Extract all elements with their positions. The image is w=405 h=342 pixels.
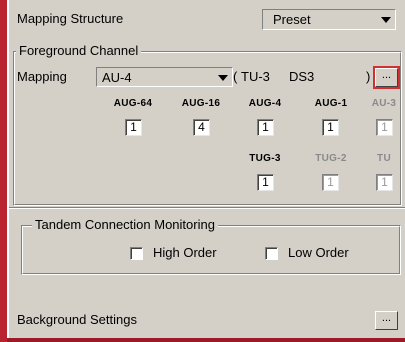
tu-index-field: 1 (376, 174, 393, 191)
col-header-aug4: AUG-4 (248, 98, 282, 109)
path-browse-button[interactable]: ... (373, 66, 400, 89)
tug2-index-field: 1 (322, 174, 339, 191)
au3-index-field: 1 (376, 119, 393, 136)
path-paren-close: ) (366, 69, 371, 84)
background-settings-button[interactable]: ... (375, 311, 398, 330)
mapping-value: AU-4 (102, 70, 132, 85)
tug3-index-field[interactable]: 1 (257, 174, 274, 191)
high-order-checkbox[interactable] (130, 247, 143, 260)
col-header-tu: TU (377, 153, 391, 164)
tcm-title: Tandem Connection Monitoring (32, 217, 218, 232)
mapping-structure-value: Preset (273, 12, 311, 27)
path-level-2: DS3 (289, 69, 315, 84)
col-header-aug64: AUG-64 (113, 98, 153, 109)
path-level-1: TU-3 (241, 69, 270, 84)
aug16-index-field[interactable]: 4 (193, 119, 210, 136)
left-highlight (7, 0, 9, 342)
mapping-structure-label: Mapping Structure (17, 11, 124, 26)
mapping-label: Mapping (17, 69, 67, 84)
chevron-down-icon (218, 75, 228, 81)
mapping-structure-select[interactable]: Preset (262, 9, 396, 30)
path-paren-open: ( (233, 69, 238, 84)
aug64-index-field[interactable]: 1 (125, 119, 142, 136)
section-divider (9, 207, 405, 209)
col-header-au3: AU-3 (371, 98, 397, 109)
col-header-tug2: TUG-2 (315, 153, 347, 164)
foreground-channel-title: Foreground Channel (16, 43, 142, 58)
chevron-down-icon (381, 17, 391, 23)
col-header-aug1: AUG-1 (314, 98, 348, 109)
col-header-aug16: AUG-16 (181, 98, 221, 109)
left-accent-bar (0, 0, 7, 342)
background-settings-label: Background Settings (17, 312, 137, 327)
high-order-label: High Order (153, 245, 217, 260)
col-header-tug3: TUG-3 (249, 153, 281, 164)
aug4-index-field[interactable]: 1 (257, 119, 274, 136)
bottom-accent-bar (7, 338, 405, 342)
low-order-checkbox[interactable] (265, 247, 278, 260)
low-order-label: Low Order (288, 245, 349, 260)
aug1-index-field[interactable]: 1 (322, 119, 339, 136)
mapping-select[interactable]: AU-4 (96, 67, 233, 87)
